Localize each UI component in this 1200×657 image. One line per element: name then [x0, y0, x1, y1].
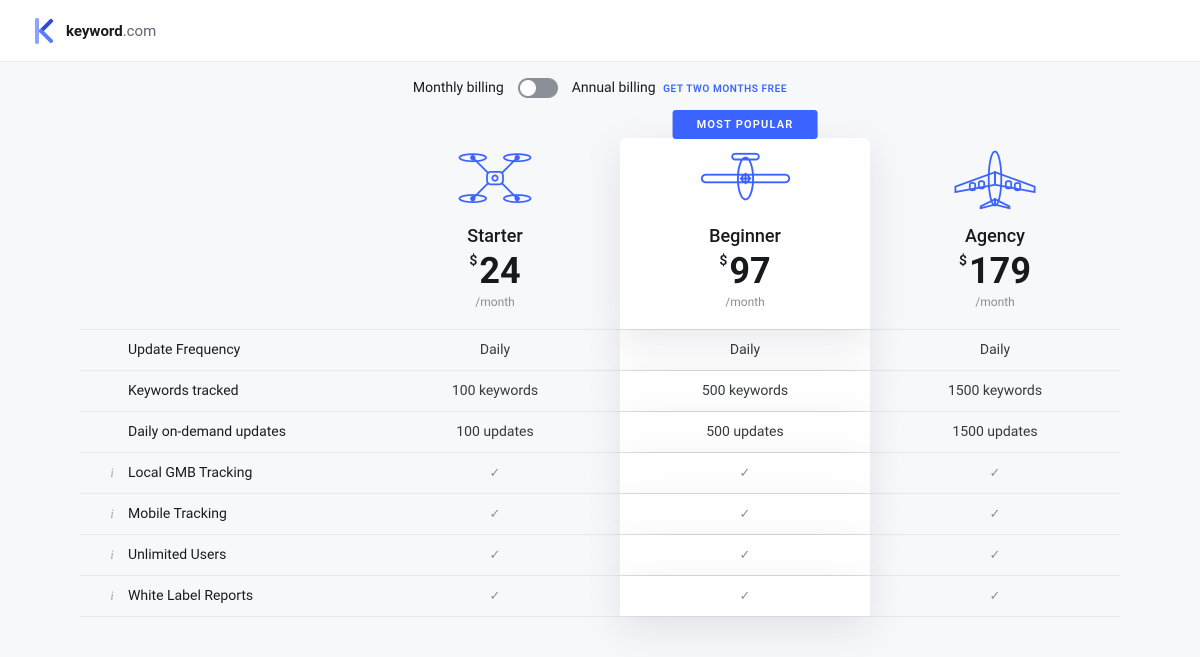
plan-card-agency[interactable]: Agency $179 /month [870, 124, 1120, 329]
plan-card-beginner[interactable]: MOST POPULAR Beginner $97 /month [620, 138, 870, 329]
plan-name: Starter [380, 226, 610, 247]
check-icon: ✓ [490, 589, 501, 604]
feature-value: ✓ [620, 494, 870, 534]
feature-row: i White Label Reports ✓ ✓ ✓ [80, 576, 1120, 617]
check-icon: ✓ [490, 466, 501, 481]
feature-label-text: Update Frequency [128, 342, 240, 358]
feature-label-text: Local GMB Tracking [128, 465, 252, 481]
feature-value: Daily [370, 330, 620, 370]
feature-comparison-table: Update FrequencyDailyDailyDailyKeywords … [80, 329, 1120, 617]
feature-value: ✓ [870, 535, 1120, 575]
feature-row: Daily on-demand updates 100 updates500 up… [80, 412, 1120, 453]
check-icon: ✓ [990, 466, 1001, 481]
feature-label-text: Mobile Tracking [128, 506, 227, 522]
feature-label: i White Label Reports [80, 576, 370, 616]
brand-name: keyword.com [66, 22, 156, 40]
logo-k-icon [34, 18, 56, 44]
info-icon[interactable]: i [106, 547, 118, 563]
plan-name: Beginner [630, 226, 860, 247]
feature-row: Update FrequencyDailyDailyDaily [80, 330, 1120, 371]
feature-value: ✓ [620, 453, 870, 493]
info-icon[interactable]: i [106, 588, 118, 604]
check-icon: ✓ [740, 507, 751, 522]
feature-value: ✓ [370, 576, 620, 616]
check-icon: ✓ [740, 466, 751, 481]
feature-row: i Local GMB Tracking ✓ ✓ ✓ [80, 453, 1120, 494]
brand-logo[interactable]: keyword.com [34, 18, 156, 44]
plan-price: $179 [880, 253, 1110, 289]
feature-label: i Mobile Tracking [80, 494, 370, 534]
propeller-plane-icon [698, 150, 793, 207]
feature-label: Keywords tracked [80, 371, 370, 411]
feature-value: ✓ [870, 576, 1120, 616]
feature-label-text: Daily on-demand updates [128, 424, 286, 440]
feature-label: i Unlimited Users [80, 535, 370, 575]
billing-annual-wrap: Annual billing GET TWO MONTHS FREE [572, 80, 787, 96]
app-header: keyword.com [0, 0, 1200, 62]
pricing-tier-headers: Starter $24 /month MOST POPULAR Beginner… [80, 124, 1120, 329]
billing-toggle-row: Monthly billing Annual billing GET TWO M… [0, 62, 1200, 124]
check-icon: ✓ [740, 548, 751, 563]
feature-value: 500 updates [620, 412, 870, 452]
check-icon: ✓ [490, 548, 501, 563]
check-icon: ✓ [990, 507, 1001, 522]
plan-price: $97 [630, 253, 860, 289]
feature-row: i Mobile Tracking ✓ ✓ ✓ [80, 494, 1120, 535]
drone-icon [455, 147, 535, 209]
check-icon: ✓ [990, 548, 1001, 563]
feature-value: ✓ [370, 535, 620, 575]
billing-toggle[interactable] [518, 78, 558, 98]
feature-value: Daily [620, 330, 870, 370]
feature-label: i Local GMB Tracking [80, 453, 370, 493]
plan-period: /month [380, 295, 610, 309]
plan-name: Agency [880, 226, 1110, 247]
feature-value: ✓ [620, 535, 870, 575]
billing-monthly-label: Monthly billing [413, 80, 504, 96]
feature-label-text: White Label Reports [128, 588, 253, 604]
jet-plane-icon [950, 147, 1040, 210]
info-icon[interactable]: i [106, 465, 118, 481]
feature-value: ✓ [370, 453, 620, 493]
feature-value: 100 keywords [370, 371, 620, 411]
feature-label: Daily on-demand updates [80, 412, 370, 452]
billing-annual-label: Annual billing [572, 80, 656, 96]
feature-value: ✓ [620, 576, 870, 616]
feature-value: 1500 keywords [870, 371, 1120, 411]
plan-period: /month [630, 295, 860, 309]
pricing-section: Starter $24 /month MOST POPULAR Beginner… [50, 124, 1150, 657]
plan-card-starter[interactable]: Starter $24 /month [370, 124, 620, 329]
feature-value: 500 keywords [620, 371, 870, 411]
feature-value: ✓ [370, 494, 620, 534]
plan-price: $24 [380, 253, 610, 289]
feature-row: Keywords tracked 100 keywords500 keywords… [80, 371, 1120, 412]
info-icon[interactable]: i [106, 506, 118, 522]
feature-value: Daily [870, 330, 1120, 370]
check-icon: ✓ [990, 589, 1001, 604]
feature-label: Update Frequency [80, 330, 370, 370]
feature-value: ✓ [870, 453, 1120, 493]
feature-value: 1500 updates [870, 412, 1120, 452]
check-icon: ✓ [490, 507, 501, 522]
billing-promo-badge: GET TWO MONTHS FREE [663, 84, 787, 95]
feature-value: ✓ [870, 494, 1120, 534]
most-popular-badge: MOST POPULAR [673, 110, 818, 139]
feature-row: i Unlimited Users ✓ ✓ ✓ [80, 535, 1120, 576]
plan-period: /month [880, 295, 1110, 309]
feature-label-text: Keywords tracked [128, 383, 239, 399]
feature-value: 100 updates [370, 412, 620, 452]
check-icon: ✓ [740, 589, 751, 604]
feature-label-text: Unlimited Users [128, 547, 226, 563]
